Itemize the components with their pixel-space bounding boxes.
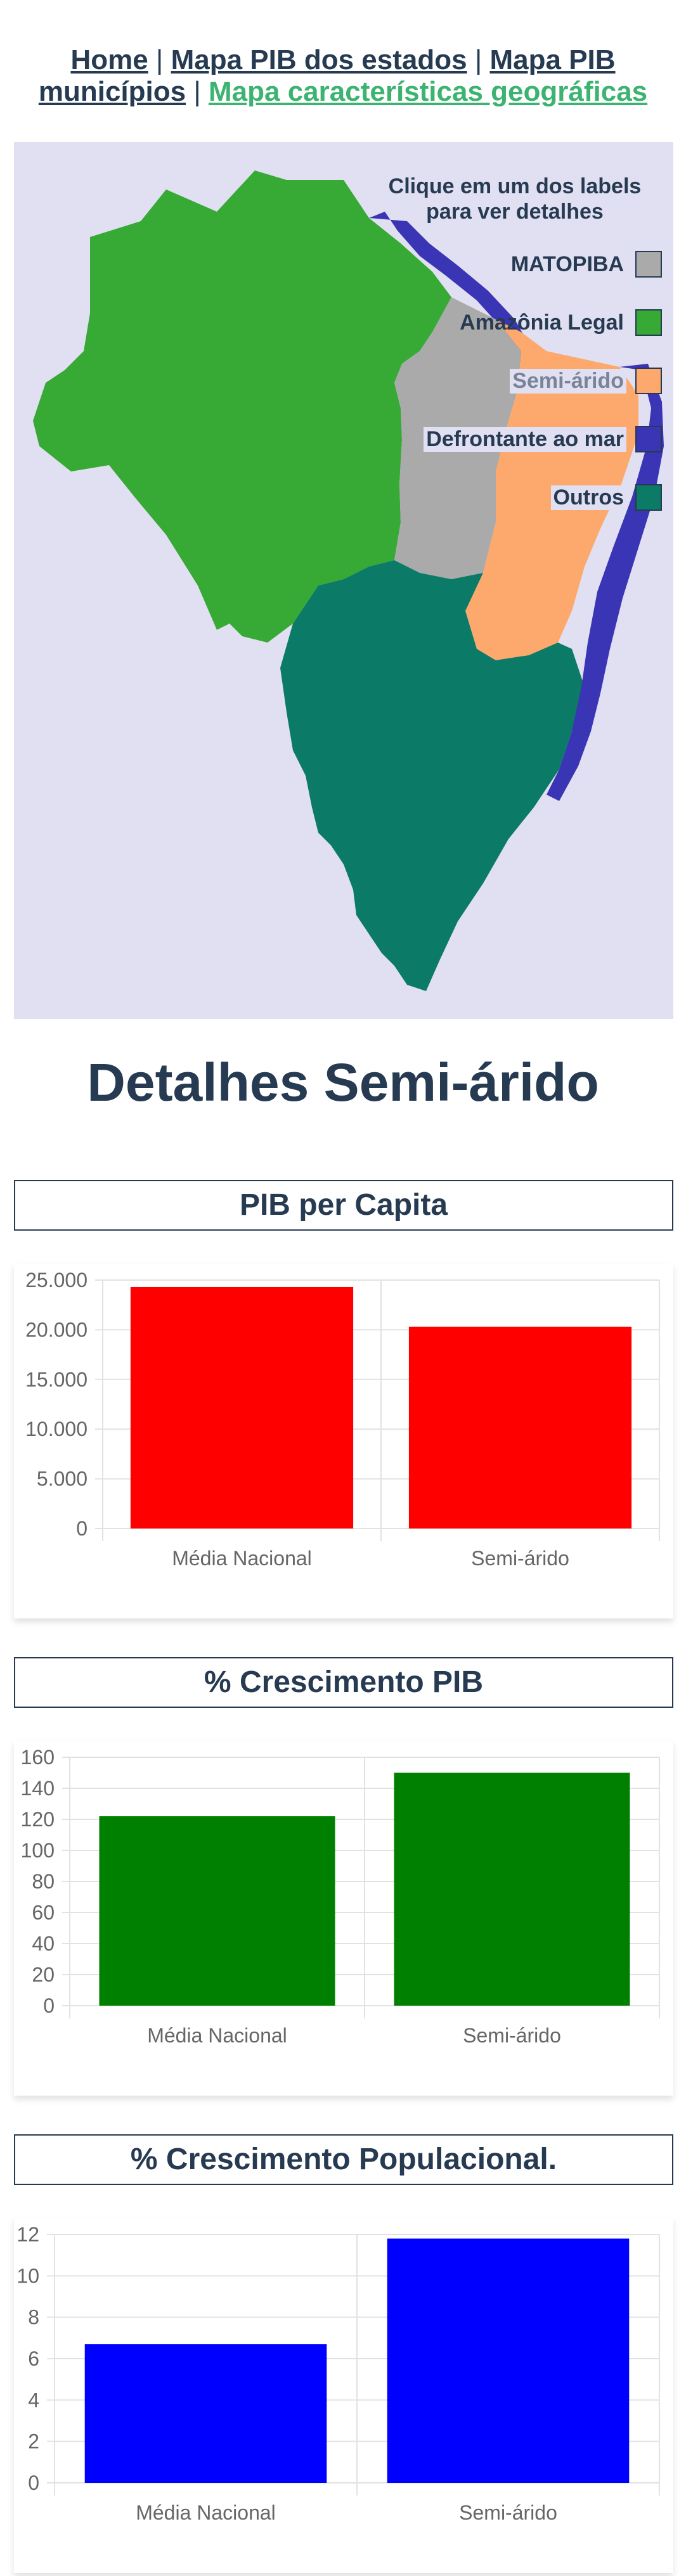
- y-tick-label: 40: [32, 1932, 55, 1955]
- chart-title-crescimento-populacional: % Crescimento Populacional.: [14, 2134, 673, 2185]
- x-tick-label: Semi-árido: [459, 2501, 557, 2524]
- y-tick-label: 0: [28, 2471, 39, 2494]
- bar-0: [84, 2344, 327, 2483]
- y-tick-label: 100: [21, 1839, 55, 1862]
- nav-separator: |: [155, 44, 164, 75]
- y-tick-label: 80: [32, 1870, 55, 1893]
- chart-section-crescimento-pib: % Crescimento PIB 0 20 40 60 80 100 120 140 160 M…: [14, 1657, 673, 2096]
- chart-box-pib-per-capita: 0 5.000 10.000 15.000 20.000 25.000 Média Naci…: [14, 1264, 673, 1618]
- legend-item-defrontante-ao-mar[interactable]: Defrontante ao mar: [424, 425, 662, 454]
- legend-swatch-semi-arido[interactable]: [635, 368, 662, 394]
- y-tick-label: 10: [16, 2264, 39, 2287]
- x-tick-label: Média Nacional: [147, 2024, 287, 2047]
- y-tick-label: 20.000: [25, 1318, 87, 1341]
- nav-link-pib-estados[interactable]: Mapa PIB dos estados: [171, 44, 467, 75]
- y-tick-label: 0: [76, 1517, 87, 1540]
- bar-1: [387, 2238, 630, 2483]
- y-tick-label: 10.000: [25, 1418, 87, 1440]
- x-tick-label: Semi-árido: [471, 1547, 569, 1570]
- y-tick-label: 4: [28, 2388, 39, 2411]
- x-tick-label: Média Nacional: [172, 1547, 312, 1570]
- legend-swatch-outros[interactable]: [635, 484, 662, 511]
- nav-separator: |: [193, 76, 201, 107]
- y-tick-label: 120: [21, 1808, 55, 1831]
- legend-label-amazonia-legal[interactable]: Amazônia Legal: [457, 311, 626, 335]
- nav-link-home[interactable]: Home: [70, 44, 148, 75]
- y-tick-label: 5.000: [37, 1468, 87, 1490]
- legend-label-defrontante-ao-mar[interactable]: Defrontante ao mar: [424, 426, 626, 452]
- legend-label-outros[interactable]: Outros: [550, 485, 626, 510]
- bar-1: [408, 1326, 632, 1528]
- legend-item-semi-arido[interactable]: Semi-árido: [510, 366, 662, 395]
- legend-label-semi-arido[interactable]: Semi-árido: [510, 368, 626, 394]
- bar-0: [130, 1286, 354, 1528]
- y-tick-label: 15.000: [25, 1368, 87, 1391]
- nav-separator: |: [474, 44, 482, 75]
- details-title: Detalhes Semi-árido: [87, 1053, 599, 1112]
- x-tick-label: Semi-árido: [463, 2024, 561, 2047]
- y-tick-label: 140: [21, 1777, 55, 1800]
- y-tick-label: 12: [16, 2223, 39, 2246]
- legend-item-outros[interactable]: Outros: [550, 483, 662, 512]
- y-tick-label: 25.000: [25, 1269, 87, 1291]
- top-navigation: Home | Mapa PIB dos estados | Mapa PIB m…: [0, 44, 686, 108]
- y-tick-label: 20: [32, 1963, 55, 1986]
- legend-swatch-amazonia-legal[interactable]: [635, 309, 662, 336]
- bar-0: [99, 1816, 335, 2006]
- legend-label-matopiba[interactable]: MATOPIBA: [508, 252, 626, 277]
- y-tick-label: 160: [21, 1746, 55, 1769]
- bar-chart-crescimento-populacional: 0 2 4 6 8 10 12 Média Nacional Semi-árido: [16, 2223, 660, 2524]
- legend-item-amazonia-legal[interactable]: Amazônia Legal: [457, 308, 662, 337]
- bar-1: [394, 1772, 630, 2006]
- nav-link-caracteristicas-geograficas[interactable]: Mapa características geográficas: [209, 76, 647, 107]
- x-tick-label: Média Nacional: [136, 2501, 276, 2524]
- chart-title-crescimento-pib: % Crescimento PIB: [14, 1657, 673, 1708]
- legend-swatch-defrontante-ao-mar[interactable]: [635, 426, 662, 452]
- y-tick-label: 6: [28, 2347, 39, 2370]
- legend-instructions: Clique em um dos labels para ver detalhe…: [388, 174, 642, 224]
- brazil-map-panel: Clique em um dos labels para ver detalhe…: [14, 142, 673, 1019]
- chart-box-crescimento-populacional: 0 2 4 6 8 10 12 Média Nacional Semi-árido: [14, 2218, 673, 2573]
- legend-item-matopiba[interactable]: MATOPIBA: [508, 250, 662, 279]
- bar-chart-pib-per-capita: 0 5.000 10.000 15.000 20.000 25.000 Média Naci…: [25, 1269, 660, 1570]
- y-tick-label: 8: [28, 2306, 39, 2329]
- chart-section-crescimento-populacional: % Crescimento Populacional. 0 2 4 6 8 10 12 Méd…: [14, 2134, 673, 2573]
- bar-chart-crescimento-pib: 0 20 40 60 80 100 120 140 160 Média Nacional Semi-…: [21, 1746, 660, 2047]
- chart-section-pib-per-capita: PIB per Capita 0 5.000 10.000 15.000 20.000 2…: [14, 1180, 673, 1618]
- y-tick-label: 2: [28, 2430, 39, 2453]
- legend-swatch-matopiba[interactable]: [635, 251, 662, 278]
- y-tick-label: 60: [32, 1901, 55, 1924]
- chart-box-crescimento-pib: 0 20 40 60 80 100 120 140 160 Média Nacional Semi-…: [14, 1741, 673, 2096]
- chart-title-pib-per-capita: PIB per Capita: [14, 1180, 673, 1231]
- y-tick-label: 0: [43, 1994, 55, 2017]
